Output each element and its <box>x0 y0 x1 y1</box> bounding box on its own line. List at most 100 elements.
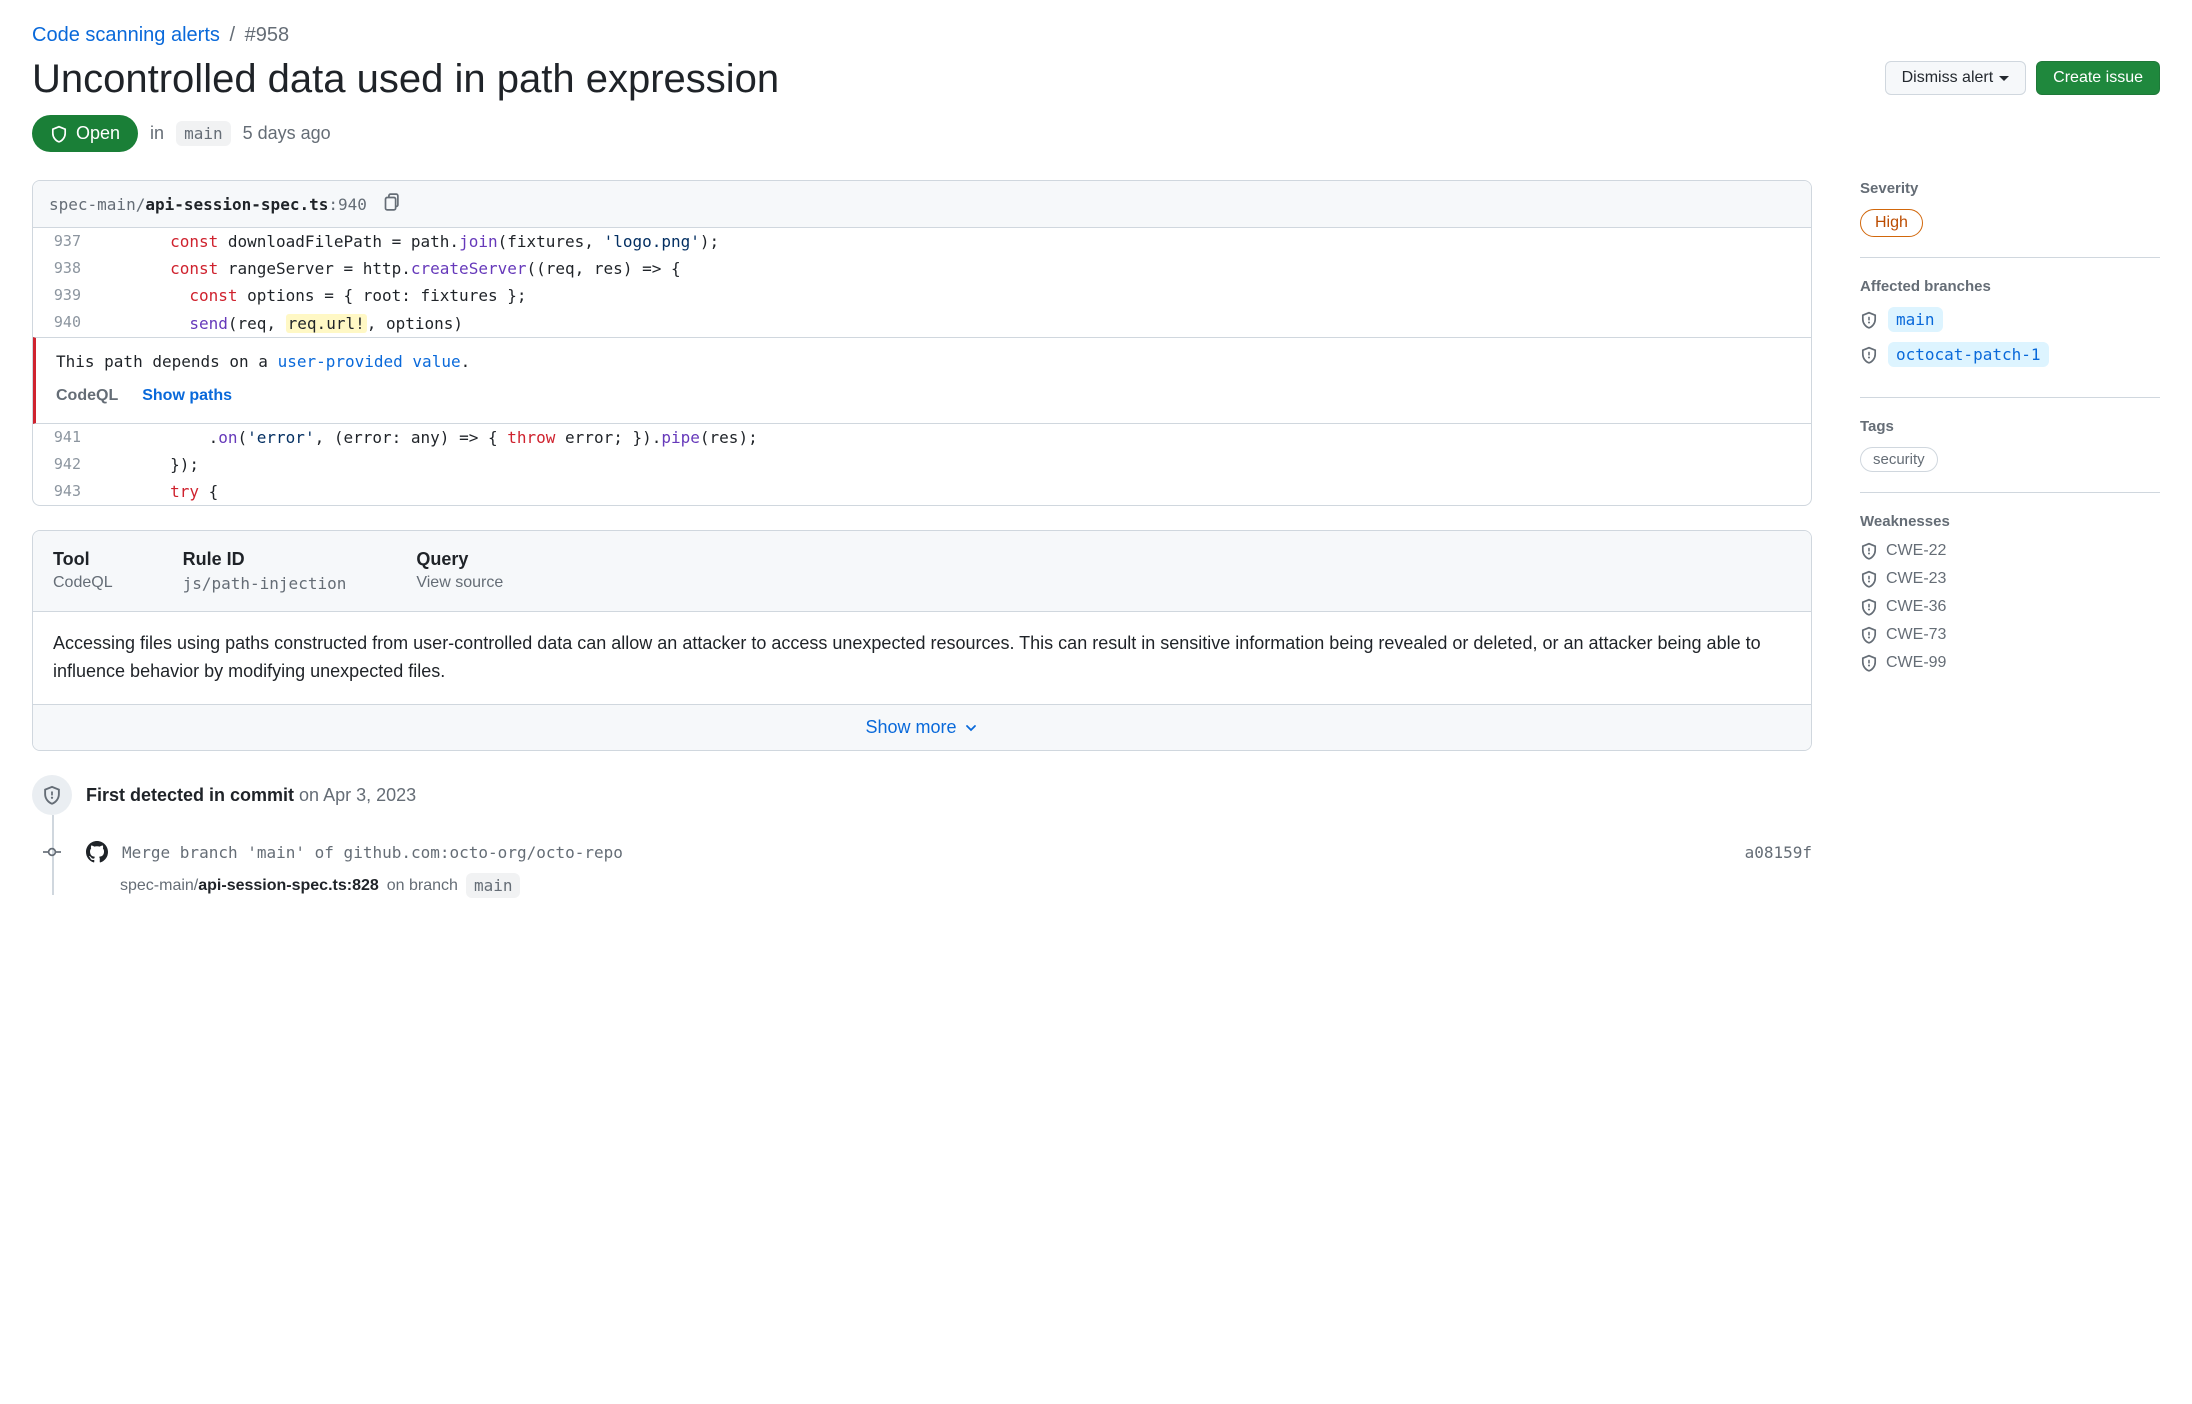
status-in: in <box>150 123 164 144</box>
tool-label: CodeQL <box>56 387 118 405</box>
branch-link[interactable]: octocat-patch-1 <box>1888 342 2049 367</box>
token: , options) <box>367 314 463 333</box>
token: (res); <box>700 428 758 447</box>
breadcrumb: Code scanning alerts / #958 <box>32 24 2160 47</box>
show-more-button[interactable]: Show more <box>865 717 978 738</box>
weakness-link[interactable]: CWE-73 <box>1886 626 1946 644</box>
sidebar-tags: Tags security <box>1860 418 2160 493</box>
code-line: 941 .on('error', (error: any) => { throw… <box>33 424 1811 451</box>
status-row: Open in main 5 days ago <box>32 115 2160 152</box>
tool-heading: Tool <box>53 549 113 570</box>
token: ); <box>700 232 719 251</box>
shield-alert-icon <box>1860 346 1878 364</box>
status-badge: Open <box>32 115 138 152</box>
timeline: First detected in commit on Apr 3, 2023 … <box>32 775 1812 898</box>
code-line: 938 const rangeServer = http.createServe… <box>33 255 1811 282</box>
create-issue-label: Create issue <box>2053 69 2143 87</box>
shield-alert-icon <box>1860 570 1878 588</box>
token-fn: send <box>189 314 228 333</box>
token: downloadFilePath = path. <box>218 232 459 251</box>
file-dir: spec-main/ <box>49 195 145 214</box>
code-file-header: spec-main/api-session-spec.ts:940 <box>33 181 1811 228</box>
token-fn: on <box>218 428 237 447</box>
token-fn: pipe <box>661 428 700 447</box>
code-line: 937 const downloadFilePath = path.join(f… <box>33 228 1811 255</box>
sidebar-weaknesses: Weaknesses CWE-22 CWE-23 CWE-36 CWE-73 C… <box>1860 513 2160 702</box>
sub-branch[interactable]: main <box>466 873 521 898</box>
shield-icon <box>50 125 68 143</box>
token: (req, <box>228 314 286 333</box>
code-line: 939 const options = { root: fixtures }; <box>33 282 1811 309</box>
token-string: 'error' <box>247 428 314 447</box>
note-link[interactable]: user-provided value <box>278 352 461 371</box>
code-snippet-box: spec-main/api-session-spec.ts:940 937 co… <box>32 180 1812 506</box>
rule-id-value: js/path-injection <box>183 574 347 593</box>
line-number: 943 <box>33 478 93 505</box>
create-issue-button[interactable]: Create issue <box>2036 61 2160 95</box>
token-string: 'logo.png' <box>604 232 700 251</box>
token: ((req, res) => { <box>526 259 680 278</box>
line-number: 941 <box>33 424 93 451</box>
token: options = { root: fixtures }; <box>238 286 527 305</box>
token: (fixtures, <box>498 232 604 251</box>
rule-id-heading: Rule ID <box>183 549 347 570</box>
weakness-link[interactable]: CWE-23 <box>1886 570 1946 588</box>
token: }); <box>170 455 199 474</box>
token: error; }). <box>555 428 661 447</box>
show-paths-link[interactable]: Show paths <box>142 387 232 405</box>
highlight: req.url! <box>286 314 367 333</box>
rule-description: Accessing files using paths constructed … <box>33 612 1811 705</box>
chevron-down-icon <box>1999 76 2009 81</box>
status-branch[interactable]: main <box>176 121 231 146</box>
shield-alert-icon <box>1860 654 1878 672</box>
line-number: 940 <box>33 310 93 337</box>
note-text: This path depends on a <box>56 352 278 371</box>
line-number: 938 <box>33 255 93 282</box>
timeline-heading: First detected in commit <box>86 785 294 805</box>
git-commit-icon <box>43 843 61 861</box>
branch-link[interactable]: main <box>1888 307 1943 332</box>
timeline-badge <box>32 775 72 815</box>
token-keyword: try <box>170 482 199 501</box>
timeline-date: on Apr 3, 2023 <box>294 785 416 805</box>
copy-path-button[interactable] <box>381 193 399 215</box>
view-source-link[interactable]: View source <box>416 574 503 591</box>
line-number: 937 <box>33 228 93 255</box>
sub-file-name: api-session-spec.ts:828 <box>198 877 379 894</box>
line-number: 942 <box>33 451 93 478</box>
token: , (error: any) => { <box>315 428 508 447</box>
code-line: 943 try { <box>33 478 1811 505</box>
weakness-link[interactable]: CWE-36 <box>1886 598 1946 616</box>
token-keyword: const <box>189 286 237 305</box>
weakness-link[interactable]: CWE-99 <box>1886 654 1946 672</box>
sub-file-dir: spec-main/ <box>120 877 198 894</box>
weakness-link[interactable]: CWE-22 <box>1886 542 1946 560</box>
tool-value: CodeQL <box>53 574 113 592</box>
chevron-down-icon <box>963 720 979 736</box>
code-line: 940 send(req, req.url!, options) <box>33 310 1811 337</box>
dismiss-alert-button[interactable]: Dismiss alert <box>1885 61 2027 95</box>
commit-message[interactable]: Merge branch 'main' of github.com:octo-o… <box>122 843 1731 862</box>
shield-alert-icon <box>1860 542 1878 560</box>
query-heading: Query <box>416 549 503 570</box>
tags-heading: Tags <box>1860 418 2160 435</box>
breadcrumb-sep: / <box>229 24 235 46</box>
shield-alert-icon <box>42 785 62 805</box>
sidebar-branches: Affected branches main octocat-patch-1 <box>1860 278 2160 398</box>
copy-icon <box>381 193 399 211</box>
commit-dot <box>32 843 72 861</box>
tag-pill[interactable]: security <box>1860 447 1938 472</box>
token-keyword: const <box>170 259 218 278</box>
status-text: Open <box>76 123 120 144</box>
commit-sha[interactable]: a08159f <box>1745 843 1812 862</box>
file-name: api-session-spec.ts <box>145 195 328 214</box>
breadcrumb-id: #958 <box>245 24 290 46</box>
code-line: 942 }); <box>33 451 1811 478</box>
branches-heading: Affected branches <box>1860 278 2160 295</box>
shield-alert-icon <box>1860 626 1878 644</box>
severity-badge: High <box>1860 209 1923 237</box>
sidebar-severity: Severity High <box>1860 180 2160 258</box>
token-fn: createServer <box>411 259 527 278</box>
token-fn: join <box>459 232 498 251</box>
breadcrumb-parent-link[interactable]: Code scanning alerts <box>32 24 220 46</box>
